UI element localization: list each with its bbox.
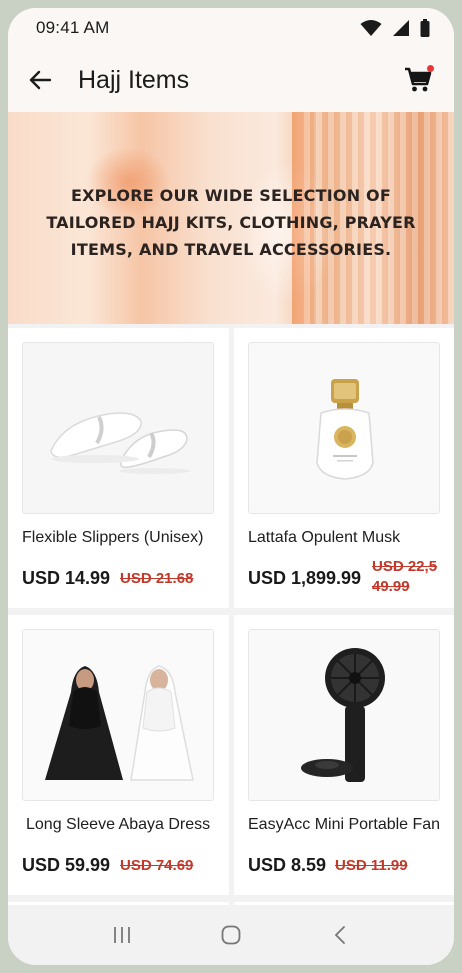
cart-badge-dot [427,65,434,72]
recent-apps-button[interactable] [94,913,150,957]
system-nav-bar [8,905,454,965]
device-frame: 09:41 AM Hajj Items EXPLORE OUR WIDE SEL… [0,0,462,973]
home-icon [221,925,241,945]
back-button[interactable] [8,48,72,112]
product-card[interactable]: EasyAcc Mini Portable Fan USD 8.59 USD 1… [234,615,454,895]
battery-icon [420,19,430,37]
system-back-button[interactable] [312,913,368,957]
product-old-price: USD 74.69 [120,857,194,874]
product-old-price-line: 49.99 [372,578,410,595]
page-title: Hajj Items [78,65,190,94]
product-image [248,629,440,801]
cart-button[interactable] [390,52,446,108]
product-price: USD 1,899.99 [248,568,362,588]
status-bar: 09:41 AM [8,8,454,48]
promo-banner[interactable]: EXPLORE OUR WIDE SELECTION OF TAILORED H… [8,112,454,324]
product-name: EasyAcc Mini Portable Fan [248,816,441,833]
signal-icon [393,20,409,36]
status-icons [360,19,430,37]
product-price: USD 59.99 [22,855,111,875]
product-card[interactable]: Lattafa Opulent Musk USD 1,899.99 USD 22… [234,328,454,608]
arrow-left-icon [29,70,51,90]
product-price: USD 8.59 [248,855,327,875]
chevron-left-icon [334,926,345,944]
screen: 09:41 AM Hajj Items EXPLORE OUR WIDE SEL… [8,8,454,965]
product-name: Lattafa Opulent Musk [248,529,401,546]
product-price: USD 14.99 [22,568,111,588]
product-card[interactable]: Long Sleeve Abaya Dress USD 59.99 USD 74… [8,615,229,895]
perfume-bottle-image [249,343,439,513]
product-card[interactable]: Flexible Slippers (Unisex) USD 14.99 USD… [8,328,229,608]
abaya-dress-image [23,630,213,800]
product-image [22,629,214,801]
home-button[interactable] [203,913,259,957]
recent-apps-icon [114,927,131,943]
product-old-price: USD 21.68 [120,570,194,587]
slippers-image [23,343,213,513]
product-name: Flexible Slippers (Unisex) [22,529,204,546]
product-old-price: USD 22,5 49.99 [372,557,437,597]
portable-fan-image [249,630,439,800]
product-image [248,342,440,514]
product-image [22,342,214,514]
status-time: 09:41 AM [36,18,110,37]
wifi-icon [360,20,382,36]
banner-text: EXPLORE OUR WIDE SELECTION OF TAILORED H… [46,186,416,259]
product-old-price-line: USD 22,5 [372,558,438,575]
product-name: Long Sleeve Abaya Dress [26,816,211,833]
product-old-price: USD 11.99 [335,857,408,874]
app-bar: Hajj Items [8,48,454,112]
